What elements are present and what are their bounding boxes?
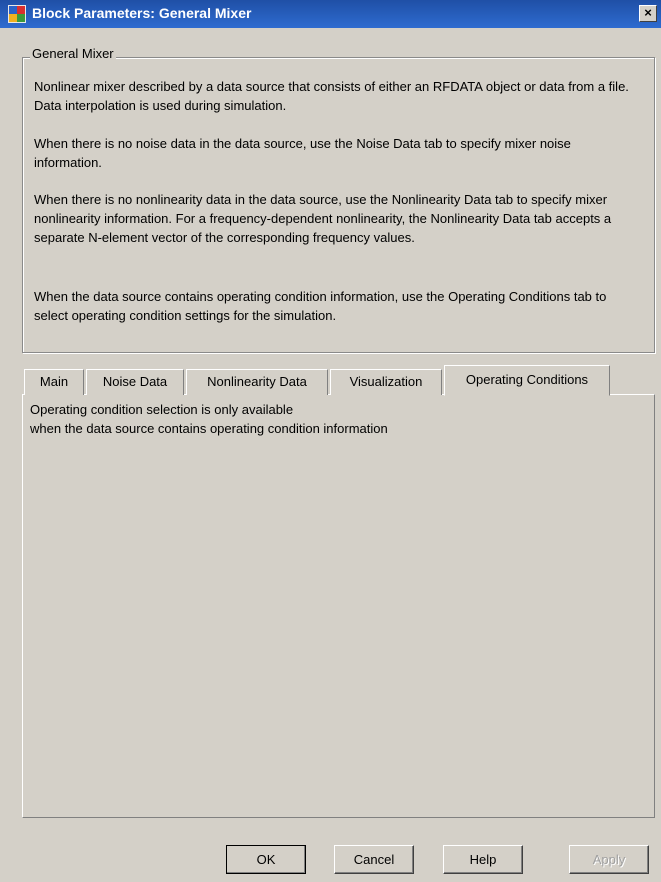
- apply-button[interactable]: Apply: [569, 845, 649, 874]
- description-paragraph-4: When the data source contains operating …: [34, 289, 607, 323]
- ok-button[interactable]: OK: [226, 845, 306, 874]
- window-title: Block Parameters: General Mixer: [32, 5, 252, 21]
- tab-visualization[interactable]: Visualization: [330, 369, 442, 395]
- tab-noise-data[interactable]: Noise Data: [86, 369, 184, 395]
- block-parameters-dialog: Block Parameters: General Mixer × Genera…: [0, 0, 661, 882]
- title-bar[interactable]: Block Parameters: General Mixer ×: [0, 0, 661, 28]
- help-button[interactable]: Help: [443, 845, 523, 874]
- tab-main[interactable]: Main: [24, 369, 84, 395]
- cancel-button[interactable]: Cancel: [334, 845, 414, 874]
- tab-content-panel: [22, 394, 655, 818]
- description-paragraph-2: When there is no noise data in the data …: [34, 136, 571, 170]
- tab-nonlinearity-data[interactable]: Nonlinearity Data: [186, 369, 328, 395]
- description-paragraph-3: When there is no nonlinearity data in th…: [34, 192, 612, 245]
- panel-message-line-2: when the data source contains operating …: [30, 421, 388, 436]
- groupbox-legend: General Mixer: [30, 46, 116, 61]
- description-paragraph-1: Nonlinear mixer described by a data sour…: [34, 79, 629, 113]
- tab-operating-conditions[interactable]: Operating Conditions: [444, 365, 610, 396]
- panel-message-line-1: Operating condition selection is only av…: [30, 402, 294, 417]
- simulink-block-icon: [8, 5, 26, 23]
- close-icon[interactable]: ×: [639, 5, 657, 22]
